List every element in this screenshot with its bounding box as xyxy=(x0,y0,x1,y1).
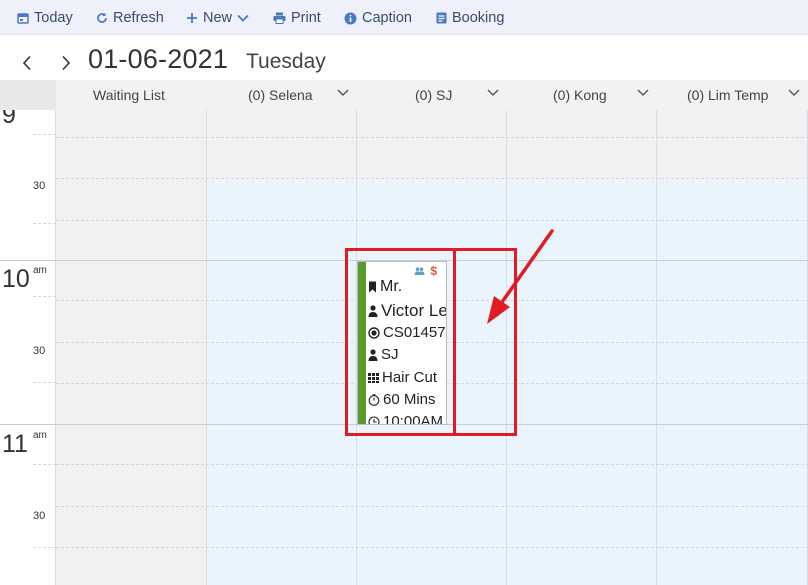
today-button[interactable]: Today xyxy=(17,8,73,28)
annotation-box-appointment xyxy=(345,248,456,436)
half-hour-label: 30 xyxy=(33,510,46,522)
print-label: Print xyxy=(291,10,321,26)
booking-label: Booking xyxy=(452,10,505,26)
toolbar: Today Refresh New Print Caption Booking xyxy=(0,0,808,35)
column-lim-temp[interactable]: (0) Lim Temp xyxy=(656,80,808,110)
hour-label-11: 11 xyxy=(2,430,28,458)
refresh-icon xyxy=(97,12,107,23)
column-label: (0) Lim Temp xyxy=(687,87,769,103)
list-icon xyxy=(436,12,447,24)
refresh-button[interactable]: Refresh xyxy=(96,8,164,28)
column-label: (0) SJ xyxy=(415,87,453,103)
caption-label: Caption xyxy=(362,10,412,26)
current-date: 01-06-2021 xyxy=(88,44,229,74)
current-weekday: Tuesday xyxy=(246,50,326,73)
refresh-label: Refresh xyxy=(113,10,164,26)
print-button[interactable]: Print xyxy=(273,8,321,28)
hour-label-9: 9 xyxy=(2,110,16,129)
prev-day-icon[interactable] xyxy=(21,55,33,71)
calendar-icon xyxy=(17,13,29,24)
info-icon xyxy=(344,12,357,24)
column-kong[interactable]: (0) Kong xyxy=(506,80,656,110)
chevron-down-icon[interactable] xyxy=(487,89,499,97)
ampm-label: am xyxy=(33,430,47,441)
column-selena[interactable]: (0) Selena xyxy=(206,80,356,110)
chevron-down-icon xyxy=(237,14,249,22)
chevron-down-icon[interactable] xyxy=(788,89,800,97)
today-label: Today xyxy=(34,10,73,26)
header-corner xyxy=(0,80,56,110)
half-hour-label: 30 xyxy=(33,345,46,357)
chevron-down-icon[interactable] xyxy=(637,89,649,97)
chevron-down-icon[interactable] xyxy=(337,89,349,97)
booking-button[interactable]: Booking xyxy=(436,8,504,28)
column-waiting-list[interactable]: Waiting List xyxy=(56,80,206,110)
printer-icon xyxy=(273,12,286,24)
annotation-arrow-icon xyxy=(487,229,554,324)
waiting-list-column[interactable] xyxy=(56,110,206,585)
time-column: 9 30 10 am 30 11 am 30 xyxy=(0,110,56,585)
plus-icon xyxy=(187,13,197,23)
column-label: (0) Kong xyxy=(553,87,607,103)
resource-header: Waiting List (0) Selena (0) SJ (0) Kong … xyxy=(0,80,808,110)
column-label: (0) Selena xyxy=(248,87,313,103)
ampm-label: am xyxy=(33,265,47,276)
new-button[interactable]: New xyxy=(186,8,249,28)
new-label: New xyxy=(203,10,233,26)
half-hour-label: 30 xyxy=(33,180,46,192)
next-day-icon[interactable] xyxy=(60,55,72,71)
column-label: Waiting List xyxy=(93,87,165,103)
hour-label-10: 10 xyxy=(2,265,30,293)
caption-button[interactable]: Caption xyxy=(344,8,412,28)
column-sj[interactable]: (0) SJ xyxy=(356,80,506,110)
